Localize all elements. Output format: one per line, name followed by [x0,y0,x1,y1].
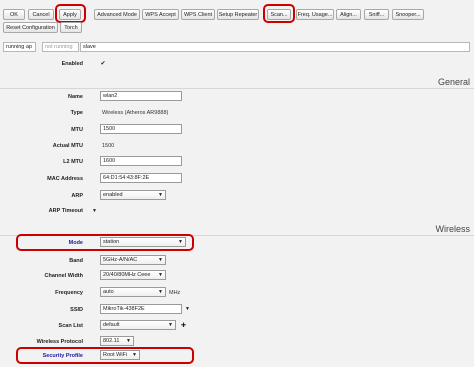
wireless-protocol-select[interactable]: 802.11 ▼ [100,336,134,346]
wps-accept-button[interactable]: WPS Accept [142,9,179,20]
chevron-down-icon: ▼ [132,352,137,358]
chevron-down-icon: ▼ [158,192,163,198]
security-profile-label: Security Profile [42,353,83,359]
section-general-title: General [437,77,470,87]
band-label: Band [69,258,83,264]
arp-label: ARP [71,193,83,199]
wireless-protocol-label: Wireless Protocol [36,339,83,345]
section-wireless-title: Wireless [435,224,470,234]
ssid-label: SSID [70,307,83,313]
status-not-running: not running [42,42,79,52]
expand-triangle-icon[interactable]: ▼ [92,208,97,214]
name-label: Name [68,94,83,100]
security-profile-select-value: Root WiFi [103,352,128,358]
mtu-input[interactable]: 1500 [100,124,182,134]
scan-highlight [263,4,295,23]
mac-address-input[interactable]: 64:D1:54:43:8F:2E [100,173,182,183]
chevron-down-icon: ▼ [158,257,163,263]
chevron-down-icon: ▼ [178,239,183,245]
ssid-input[interactable]: MikroTik-438F2E [100,304,182,314]
reset-configuration-button[interactable]: Reset Configuration [3,22,58,33]
mode-select[interactable]: station ▼ [100,237,186,247]
enabled-label: Enabled [61,61,83,67]
channel-width-select[interactable]: 20/40/80MHz Ceee ▼ [100,270,166,280]
cancel-button[interactable]: Cancel [28,9,54,20]
plus-icon[interactable]: ✚ [181,322,186,329]
align-button[interactable]: Align... [336,9,361,20]
actual-mtu-value: 1500 [102,143,115,149]
arp-select-value: enabled [103,192,123,198]
l2mtu-input[interactable]: 1600 [100,156,182,166]
band-select[interactable]: 5GHz-A/N/AC ▼ [100,255,166,265]
scan-list-select[interactable]: default ▼ [100,320,176,330]
frequency-unit: MHz [169,290,181,296]
channel-width-select-value: 20/40/80MHz Ceee [103,272,151,278]
name-input[interactable]: wlan2 [100,91,182,101]
channel-width-label: Channel Width [44,273,83,279]
scan-list-select-value: default [103,322,120,328]
band-select-value: 5GHz-A/N/AC [103,257,138,263]
torch-button[interactable]: Torch [60,22,82,33]
status-slave: slave [80,42,470,52]
arp-select[interactable]: enabled ▼ [100,190,166,200]
arp-timeout-label: ARP Timeout [48,208,83,214]
wireless-protocol-select-value: 802.11 [103,338,120,344]
security-profile-select[interactable]: Root WiFi ▼ [100,350,140,360]
chevron-down-icon: ▼ [168,322,173,328]
mode-select-value: station [103,239,120,245]
chevron-down-icon[interactable]: ▼ [185,306,190,312]
mtu-label: MTU [71,127,83,133]
advanced-mode-button[interactable]: Advanced Mode [94,9,140,20]
apply-highlight [55,4,86,23]
chevron-down-icon: ▼ [158,289,163,295]
sniff-button[interactable]: Sniff... [364,9,389,20]
frequency-select-value: auto [103,289,114,295]
frequency-label: Frequency [55,290,83,296]
wps-client-button[interactable]: WPS Client [181,9,215,20]
ok-button[interactable]: OK [3,9,25,20]
actual-mtu-label: Actual MTU [52,143,83,149]
l2mtu-label: L2 MTU [63,159,83,165]
chevron-down-icon: ▼ [158,272,163,278]
freq-usage-button[interactable]: Freq. Usage... [296,9,334,20]
mac-address-label: MAC Address [47,176,83,182]
enabled-checkbox[interactable]: ✔ [100,61,106,67]
snooper-button[interactable]: Snooper... [392,9,424,20]
scan-list-label: Scan List [58,323,83,329]
general-separator [0,88,474,89]
type-label: Type [70,110,83,116]
status-running: running ap [3,42,36,52]
chevron-down-icon: ▼ [126,338,131,344]
type-value: Wireless (Atheros AR9888) [102,110,169,116]
frequency-select[interactable]: auto ▼ [100,287,166,297]
setup-repeater-button[interactable]: Setup Repeater [217,9,259,20]
mode-label: Mode [68,240,83,246]
